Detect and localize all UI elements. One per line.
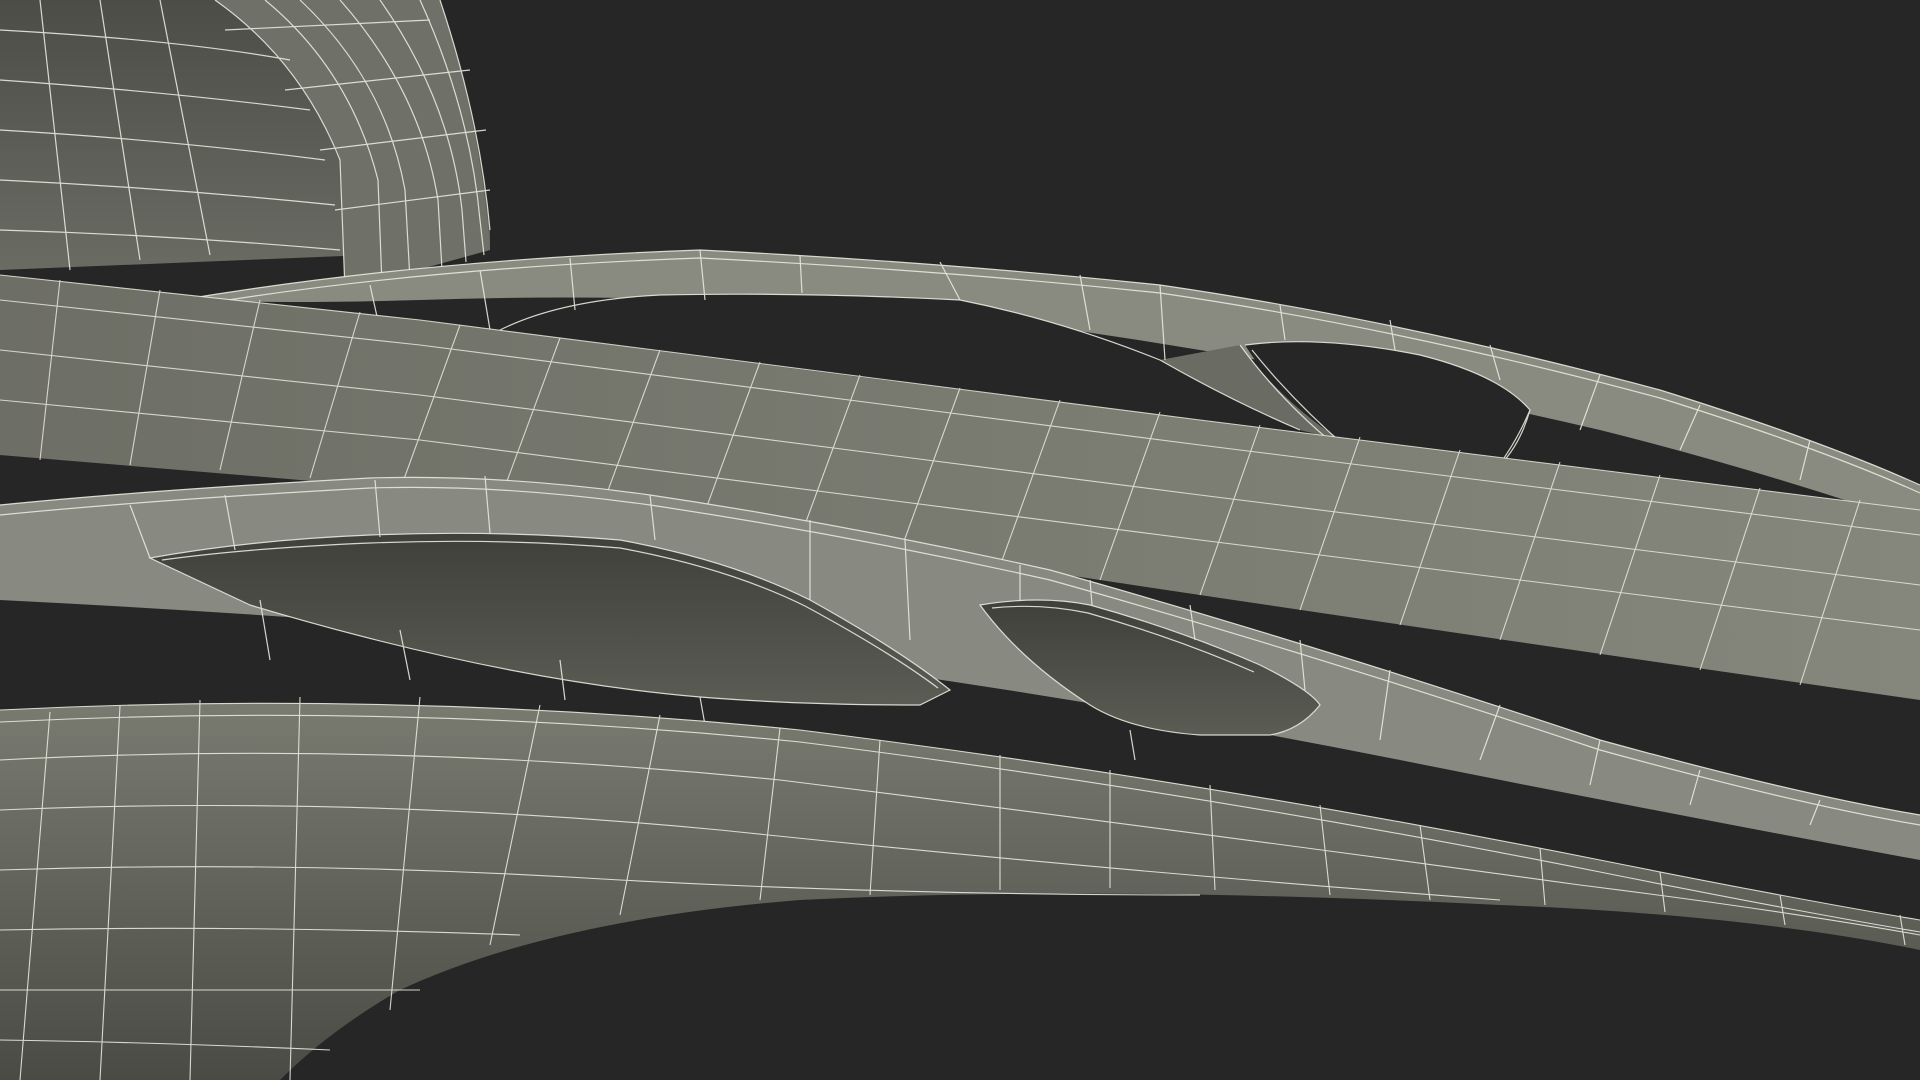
wireframe-render: [0, 0, 1920, 1080]
dome-shell: [0, 0, 491, 291]
3d-wireframe-viewport: [0, 0, 1920, 1080]
